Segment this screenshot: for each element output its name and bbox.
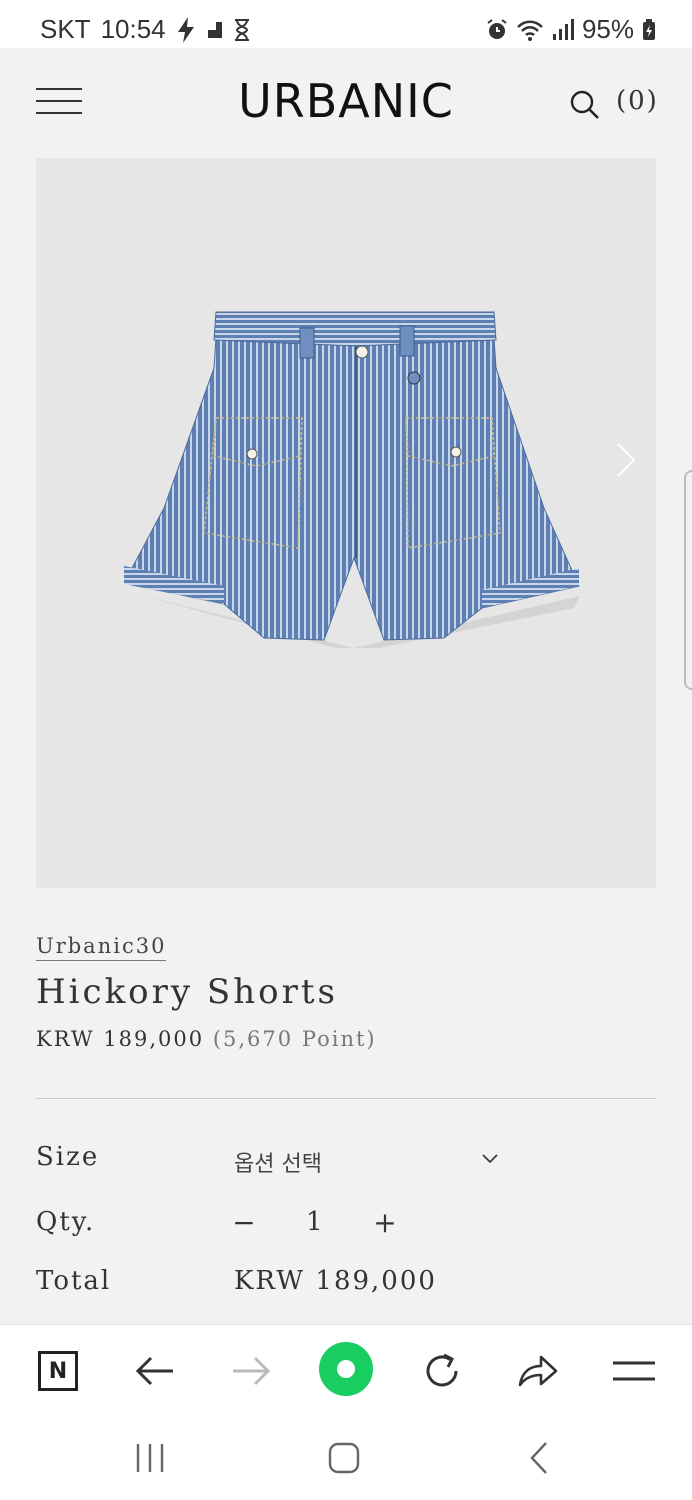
qty-decrease-button[interactable]: −	[232, 1206, 256, 1239]
home-icon	[328, 1442, 360, 1474]
alarm-icon	[486, 18, 508, 41]
naver-n-icon: N	[38, 1351, 78, 1391]
product-title: Hickory Shorts	[36, 972, 338, 1012]
chevron-left-icon	[530, 1442, 547, 1474]
arrow-right-icon	[233, 1356, 271, 1386]
green-dot-icon	[319, 1342, 373, 1396]
reward-points: (5,670 Point)	[212, 1027, 377, 1051]
arrow-left-icon	[135, 1356, 173, 1386]
size-select[interactable]: 옵션 선택	[234, 1142, 504, 1182]
green-dot-button[interactable]	[318, 1341, 374, 1397]
recent-apps-icon	[136, 1444, 164, 1472]
clock: 10:54	[100, 14, 166, 44]
share-icon	[518, 1355, 558, 1387]
scroll-handle[interactable]	[684, 470, 692, 690]
status-right: 95%	[486, 14, 656, 45]
forward-button[interactable]	[227, 1347, 275, 1395]
next-image-arrow-icon[interactable]	[614, 440, 638, 480]
battery-icon	[642, 18, 656, 41]
chevron-down-icon	[482, 1154, 498, 1164]
price-value: KRW 189,000	[36, 1027, 205, 1051]
cart-count[interactable]: (0)	[616, 86, 659, 116]
search-icon[interactable]	[570, 90, 600, 120]
battery-percent: 95%	[581, 14, 634, 44]
qty-label: Qty.	[36, 1207, 96, 1237]
size-label: Size	[36, 1142, 100, 1172]
refresh-icon	[426, 1353, 458, 1387]
site-header: URBANIC (0)	[0, 48, 692, 158]
naver-home-button[interactable]: N	[34, 1347, 82, 1395]
refresh-button[interactable]	[418, 1347, 466, 1395]
product-image-carousel[interactable]	[36, 158, 656, 888]
home-button[interactable]	[322, 1438, 366, 1478]
qty-increase-button[interactable]: +	[372, 1206, 398, 1239]
recent-apps-button[interactable]	[128, 1438, 172, 1478]
browser-toolbar: N	[0, 1324, 692, 1416]
notification-icon	[206, 20, 224, 40]
charging-bolt-icon	[176, 16, 196, 43]
browser-menu-button[interactable]	[610, 1347, 658, 1395]
product-photo	[123, 308, 584, 653]
qty-value: 1	[306, 1207, 323, 1237]
status-bar: SKT 10:54 95%	[0, 0, 692, 48]
total-value: KRW 189,000	[234, 1266, 437, 1296]
total-label: Total	[36, 1266, 112, 1296]
system-back-button[interactable]	[518, 1438, 562, 1478]
android-nav-bar	[0, 1416, 692, 1500]
status-left: SKT 10:54	[40, 14, 250, 45]
wifi-icon	[516, 19, 544, 41]
carrier-label: SKT	[40, 14, 91, 44]
divider	[36, 1098, 656, 1099]
product-price: KRW 189,000 (5,670 Point)	[36, 1027, 377, 1051]
brand-link[interactable]: Urbanic30	[36, 934, 167, 961]
back-button[interactable]	[131, 1347, 179, 1395]
signal-icon	[552, 18, 574, 41]
menu-icon	[613, 1361, 655, 1381]
hourglass-icon	[234, 18, 250, 41]
share-button[interactable]	[514, 1347, 562, 1395]
size-select-value: 옵션 선택	[234, 1152, 322, 1177]
